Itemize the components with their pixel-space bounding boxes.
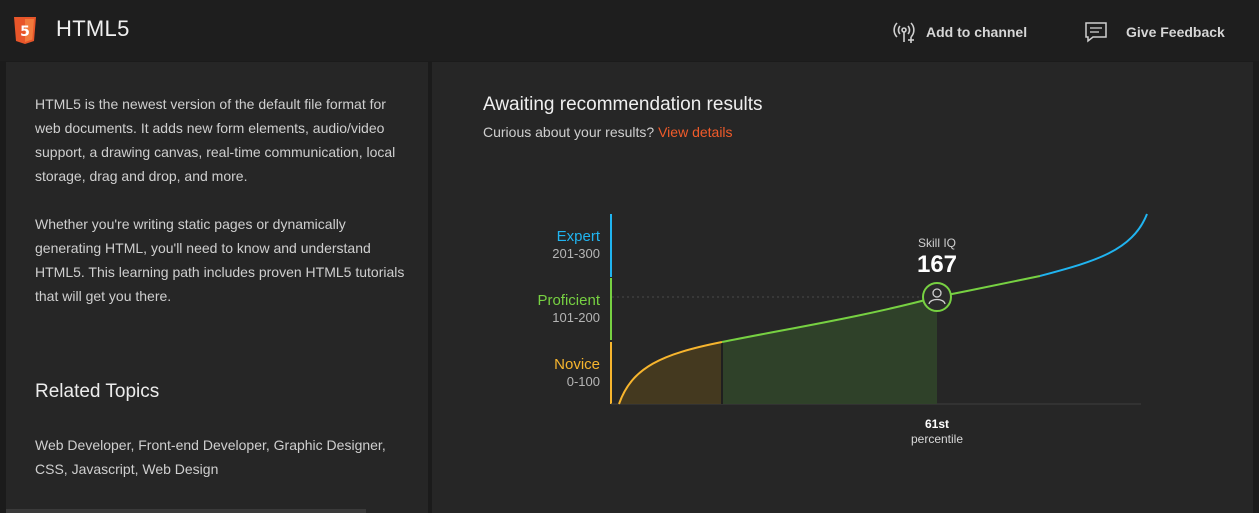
html5-logo-icon: 5 xyxy=(14,17,36,44)
novice-area xyxy=(619,342,722,404)
level-novice-range: 0-100 xyxy=(567,374,600,389)
skill-iq-label: Skill IQ xyxy=(918,236,956,250)
feedback-icon xyxy=(1085,22,1107,43)
horizontal-scrollbar[interactable] xyxy=(6,509,366,513)
app-title: HTML5 xyxy=(56,16,130,41)
percentile-value: 61st xyxy=(925,417,949,431)
expert-curve xyxy=(1039,213,1148,277)
related-topics-list[interactable]: Web Developer, Front-end Developer, Grap… xyxy=(35,433,395,481)
logo-text: 5 xyxy=(20,24,30,40)
proficient-area xyxy=(722,297,937,404)
top-bar: 5 HTML5 Add to channel Give Feedback xyxy=(0,0,1259,61)
path-description-panel: HTML5 is the newest version of the defau… xyxy=(6,62,428,513)
description-paragraph: HTML5 is the newest version of the defau… xyxy=(35,96,396,184)
path-description: HTML5 is the newest version of the defau… xyxy=(35,92,405,332)
related-topics-heading: Related Topics xyxy=(35,381,160,402)
skill-iq-chart: Expert 201-300 Proficient 101-200 Novice… xyxy=(537,213,1148,446)
give-feedback-button[interactable]: Give Feedback xyxy=(1084,20,1225,44)
skill-iq-panel: Awaiting recommendation results Curious … xyxy=(432,62,1253,513)
level-expert-label: Expert xyxy=(557,228,601,245)
level-novice-label: Novice xyxy=(554,356,600,373)
percentile-label: percentile xyxy=(911,432,963,446)
description-paragraph: Whether you're writing static pages or d… xyxy=(35,216,405,304)
add-to-channel-label: Add to channel xyxy=(926,24,1028,40)
skill-iq-value: 167 xyxy=(917,251,957,278)
level-proficient-range: 101-200 xyxy=(552,310,600,325)
level-expert-range: 201-300 xyxy=(552,246,600,261)
broadcast-icon xyxy=(893,22,915,43)
give-feedback-label: Give Feedback xyxy=(1126,24,1225,40)
add-to-channel-button[interactable]: Add to channel xyxy=(892,20,1027,44)
level-proficient-label: Proficient xyxy=(537,292,600,309)
